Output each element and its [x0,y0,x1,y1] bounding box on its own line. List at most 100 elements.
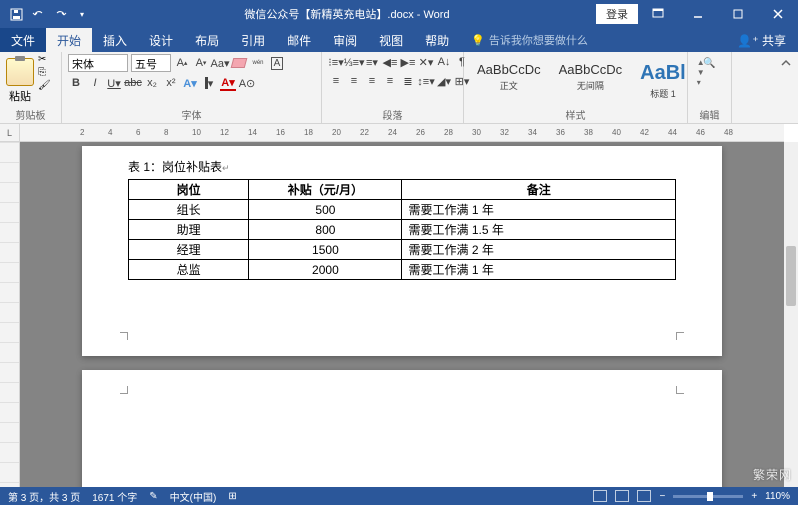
copy-icon[interactable]: ⎘ [38,67,51,78]
zoom-slider[interactable] [673,495,743,498]
change-case-icon[interactable]: Aa▾ [212,55,228,71]
font-color-icon[interactable]: A▾ [220,75,236,91]
minimize-icon[interactable] [678,0,718,28]
italic-button[interactable]: I [87,75,103,91]
justify-icon[interactable]: ≡ [382,73,398,89]
login-button[interactable]: 登录 [596,4,638,24]
document-title: 微信公众号【新精英充电站】.docx - Word [98,6,596,22]
bullets-icon[interactable]: ⁝≡▾ [328,54,344,70]
vertical-scrollbar[interactable] [784,142,798,487]
distributed-icon[interactable]: ≣ [400,73,416,89]
share-icon: 👤⁺ [737,34,758,48]
style-heading-1[interactable]: AaBl 标题 1 [633,58,693,104]
scrollbar-thumb[interactable] [786,246,796,306]
read-mode-icon[interactable] [593,490,607,502]
bold-button[interactable]: B [68,75,84,91]
subscript-button[interactable]: x₂ [144,75,160,91]
font-family-select[interactable]: 宋体 [68,54,128,72]
watermark: 繁荣网 [753,466,792,483]
style-normal[interactable]: AaBbCcDc 正文 [470,58,548,96]
clear-format-icon[interactable] [231,55,247,71]
th-position: 岗位 [129,180,249,200]
highlight-icon[interactable]: ▾ [201,75,217,91]
tab-file[interactable]: 文件 [0,28,46,52]
strikethrough-button[interactable]: abc [125,75,141,91]
tab-design[interactable]: 设计 [138,28,184,52]
redo-icon[interactable] [52,6,68,22]
save-icon[interactable] [8,6,24,22]
web-layout-icon[interactable] [637,490,651,502]
tab-view[interactable]: 视图 [368,28,414,52]
ribbon-tabs: 文件 开始 插入 设计 布局 引用 邮件 审阅 视图 帮助 💡 告诉我你想要做什… [0,28,798,52]
tab-layout[interactable]: 布局 [184,28,230,52]
tell-me-search[interactable]: 💡 告诉我你想要做什么 [460,28,599,52]
lightbulb-icon: 💡 [471,34,485,47]
crop-mark [112,378,128,394]
group-paragraph: ⁝≡▾ ⅓≡▾ ≡▾ ◀≡ ▶≡ ✕▾ A↓ ¶ ≡ ≡ ≡ ≡ ≣ ↕≡▾ ◢… [322,52,464,123]
decrease-indent-icon[interactable]: ◀≡ [382,54,398,70]
page-indicator[interactable]: 第 3 页，共 3 页 [8,489,80,504]
tab-mail[interactable]: 邮件 [276,28,322,52]
tab-help[interactable]: 帮助 [414,28,460,52]
line-spacing-icon[interactable]: ↕≡▾ [418,73,434,89]
document-area: 表 1：岗位补贴表 岗位 补贴（元/月） 备注 组长500需要工作满 1 年 助… [20,142,784,487]
word-count[interactable]: 1671 个字 [92,489,137,504]
underline-button[interactable]: U▾ [106,75,122,91]
multilevel-icon[interactable]: ≡▾ [364,54,380,70]
page-2[interactable] [82,370,722,487]
align-left-icon[interactable]: ≡ [328,73,344,89]
group-clipboard: 粘贴 ✂ ⎘ 🖌 剪贴板 [0,52,62,123]
spellcheck-icon[interactable]: ✎ [149,491,157,502]
maximize-icon[interactable] [718,0,758,28]
undo-icon[interactable] [30,6,46,22]
zoom-in-icon[interactable]: + [751,491,757,502]
tab-insert[interactable]: 插入 [92,28,138,52]
decrease-font-icon[interactable]: A▾ [193,55,209,71]
phonetic-guide-icon[interactable]: wén [250,55,266,71]
asian-layout-icon[interactable]: ✕▾ [418,54,434,70]
cut-icon[interactable]: ✂ [38,54,51,65]
tab-review[interactable]: 审阅 [322,28,368,52]
char-border-icon[interactable]: A [269,55,285,71]
char-shading-icon[interactable]: A⊙ [239,75,255,91]
qat-dropdown-icon[interactable]: ▾ [74,6,90,22]
clipboard-icon [6,58,34,86]
horizontal-ruler[interactable]: 2468101214161820222426283032343638404244… [20,124,784,142]
superscript-button[interactable]: x² [163,75,179,91]
sort-icon[interactable]: A↓ [436,54,452,70]
collapse-ribbon-icon[interactable] [780,52,798,123]
increase-font-icon[interactable]: A▴ [174,55,190,71]
window-controls [638,0,798,28]
find-icon[interactable]: 🔍 [703,58,715,69]
text-effects-icon[interactable]: A▾ [182,75,198,91]
tab-home[interactable]: 开始 [46,28,92,52]
zoom-out-icon[interactable]: − [659,491,665,502]
share-button[interactable]: 👤⁺ 共享 [725,32,798,49]
vertical-ruler[interactable] [0,142,20,487]
align-center-icon[interactable]: ≡ [346,73,362,89]
format-painter-icon[interactable]: 🖌 [38,80,51,91]
print-layout-icon[interactable] [615,490,629,502]
ruler-corner: L [0,124,20,142]
allowance-table[interactable]: 岗位 补贴（元/月） 备注 组长500需要工作满 1 年 助理800需要工作满 … [128,179,676,280]
align-right-icon[interactable]: ≡ [364,73,380,89]
language-indicator[interactable]: 中文(中国) [170,489,217,504]
font-size-select[interactable]: 五号 [131,54,171,72]
th-amount: 补贴（元/月） [249,180,402,200]
page-1[interactable]: 表 1：岗位补贴表 岗位 补贴（元/月） 备注 组长500需要工作满 1 年 助… [82,146,722,356]
numbering-icon[interactable]: ⅓≡▾ [346,54,362,70]
tab-references[interactable]: 引用 [230,28,276,52]
close-icon[interactable] [758,0,798,28]
th-note: 备注 [402,180,676,200]
group-styles: AaBbCcDc 正文 AaBbCcDc 无间隔 AaBl 标题 1 ▲ ▼ ▾… [464,52,688,123]
style-no-spacing[interactable]: AaBbCcDc 无间隔 [552,58,630,96]
increase-indent-icon[interactable]: ▶≡ [400,54,416,70]
quick-access-toolbar: ▾ [0,6,98,22]
accessibility-icon[interactable]: ⊞ [228,491,236,502]
group-font: 宋体 五号 A▴ A▾ Aa▾ wén A B I U▾ abc x₂ x² A… [62,52,322,123]
ribbon-options-icon[interactable] [638,0,678,28]
zoom-level[interactable]: 110% [765,491,790,502]
paste-button[interactable]: 粘贴 [6,54,34,104]
crop-mark [676,378,692,394]
shading-icon[interactable]: ◢▾ [436,73,452,89]
